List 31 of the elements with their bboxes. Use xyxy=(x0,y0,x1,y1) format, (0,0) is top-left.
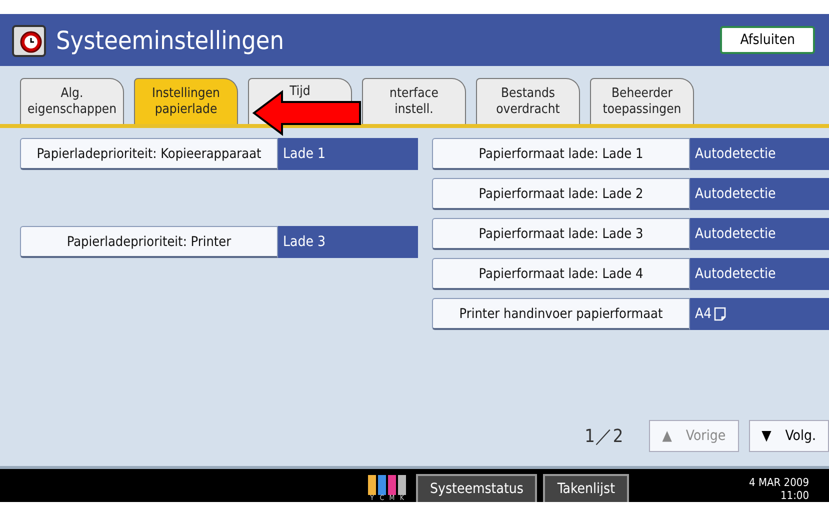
tab[interactable]: nterface instell. xyxy=(362,78,466,124)
setting-value: Autodetectie xyxy=(690,218,829,250)
time-text: 11:00 xyxy=(780,489,809,502)
setting-value: Lade 3 xyxy=(278,226,418,258)
status-button[interactable]: Systeemstatus xyxy=(416,474,538,502)
status-button[interactable]: Takenlijst xyxy=(543,474,630,502)
setting-button[interactable]: Papierformaat lade: Lade 2 xyxy=(432,178,690,210)
setting-value: Autodetectie xyxy=(690,138,829,170)
next-button[interactable]: ▼ Volg. xyxy=(748,420,829,452)
setting-value: Autodetectie xyxy=(690,258,829,290)
setting-button[interactable]: Papierladeprioriteit: Printer xyxy=(20,226,278,258)
tab[interactable]: Beheerder toepassingen xyxy=(590,78,694,124)
down-triangle-icon: ▼ xyxy=(762,428,772,444)
close-button[interactable]: Afsluiten xyxy=(720,26,815,54)
window-title: Systeeminstellingen xyxy=(56,26,285,54)
setting-button[interactable]: Printer handinvoer papierformaat xyxy=(432,298,690,330)
setting-button[interactable]: Papierformaat lade: Lade 3 xyxy=(432,218,690,250)
tab[interactable]: Bestands overdracht xyxy=(476,78,580,124)
page-indicator: 1／2 xyxy=(584,425,624,448)
tab[interactable]: Instellingen papierlade xyxy=(134,78,238,124)
date-text: 4 MAR 2009 xyxy=(749,476,809,489)
alarm-clock-icon xyxy=(12,23,46,57)
setting-value: Autodetectie xyxy=(690,178,829,210)
paper-icon xyxy=(714,307,726,321)
setting-value: A4 xyxy=(690,298,829,330)
up-triangle-icon: ▲ xyxy=(662,428,672,444)
setting-button[interactable]: Papierformaat lade: Lade 1 xyxy=(432,138,690,170)
setting-value: Lade 1 xyxy=(278,138,418,170)
setting-button[interactable]: Papierformaat lade: Lade 4 xyxy=(432,258,690,290)
setting-button[interactable]: Papierladeprioriteit: Kopieerapparaat xyxy=(20,138,278,170)
tab[interactable]: Alg. eigenschappen xyxy=(20,78,124,124)
